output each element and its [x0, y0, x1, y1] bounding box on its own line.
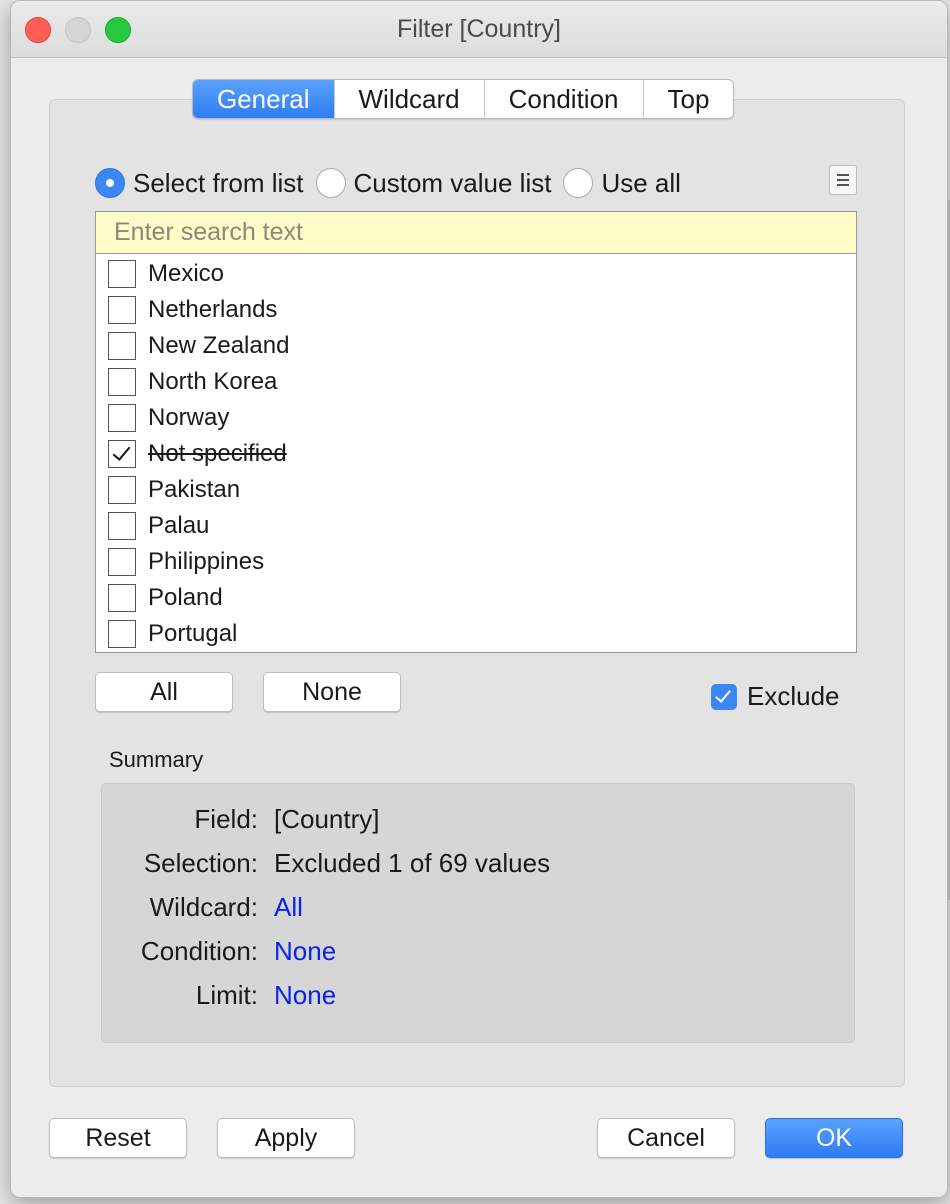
exclude-checkbox[interactable]: Exclude — [711, 681, 840, 712]
list-item-label: Portugal — [148, 620, 238, 647]
checkbox[interactable] — [108, 404, 136, 432]
apply-button[interactable]: Apply — [217, 1118, 355, 1158]
list-item-label: Netherlands — [148, 296, 278, 323]
summary-key: Wildcard: — [149, 892, 258, 922]
search-input[interactable] — [96, 212, 856, 253]
radio-button[interactable] — [315, 168, 346, 198]
checkbox[interactable] — [108, 476, 136, 504]
list-item-label: Pakistan — [148, 476, 241, 503]
tab-bar: General Wildcard Condition Top — [192, 79, 735, 119]
title-bar[interactable]: Filter [Country] — [11, 1, 947, 58]
list-item-label: North Korea — [148, 368, 278, 395]
summary-key: Condition: — [140, 936, 258, 966]
value-list: Mexico Netherlands New Zealand North Kor… — [95, 211, 857, 653]
list-item-excluded[interactable]: Not specified — [96, 436, 856, 472]
list-item-label: Norway — [148, 404, 230, 431]
select-all-button[interactable]: All — [95, 672, 233, 712]
summary-condition-link[interactable]: None — [274, 936, 336, 972]
summary-key: Field: — [194, 804, 258, 834]
checkbox[interactable] — [108, 584, 136, 612]
radio-select-from-list[interactable]: Select from list — [95, 168, 304, 199]
summary-wildcard-row: Wildcard: All — [102, 892, 303, 928]
tab-wildcard[interactable]: Wildcard — [335, 80, 485, 118]
window-title: Filter [Country] — [397, 15, 561, 43]
checkbox[interactable] — [108, 512, 136, 540]
tab-general[interactable]: General — [193, 80, 335, 118]
checkbox[interactable] — [108, 296, 136, 324]
radio-label: Select from list — [133, 167, 304, 198]
tab-condition[interactable]: Condition — [485, 80, 644, 118]
list-item[interactable]: North Korea — [96, 364, 856, 400]
filter-dialog: Filter [Country] General Wildcard Condit… — [10, 0, 948, 1198]
summary-wildcard-link[interactable]: All — [274, 892, 303, 928]
list-item-label: New Zealand — [148, 332, 290, 359]
checkbox[interactable] — [108, 620, 136, 648]
cancel-button[interactable]: Cancel — [597, 1118, 735, 1158]
list-item[interactable]: New Zealand — [96, 328, 856, 364]
list-item[interactable]: Palau — [96, 508, 856, 544]
summary-field-value: [Country] — [274, 804, 380, 834]
value-list-items: Mexico Netherlands New Zealand North Kor… — [96, 254, 856, 652]
list-item-label: Philippines — [148, 548, 265, 575]
summary-selection-value: Excluded 1 of 69 values — [274, 848, 551, 878]
checkbox-checked[interactable] — [108, 440, 136, 468]
list-item[interactable]: Norway — [96, 400, 856, 436]
checkmark-icon[interactable] — [711, 683, 737, 710]
summary-key: Limit: — [195, 980, 258, 1010]
checkbox[interactable] — [108, 368, 136, 396]
list-item[interactable]: Poland — [96, 580, 856, 616]
mode-radio-group: Select from list Custom value list Use a… — [95, 165, 693, 201]
summary-field-row: Field: [Country] — [102, 804, 380, 840]
radio-button-selected[interactable] — [95, 168, 125, 198]
radio-label: Use all — [601, 167, 681, 198]
reset-button[interactable]: Reset — [49, 1118, 187, 1158]
list-item[interactable]: Netherlands — [96, 292, 856, 328]
list-item-label: Not specified — [148, 440, 287, 467]
radio-label: Custom value list — [353, 167, 552, 198]
summary-limit-row: Limit: None — [102, 980, 336, 1016]
summary-heading: Summary — [109, 747, 204, 772]
summary-condition-row: Condition: None — [102, 936, 336, 972]
radio-button[interactable] — [563, 168, 594, 198]
radio-use-all[interactable]: Use all — [563, 167, 681, 199]
exclude-label: Exclude — [747, 681, 840, 711]
summary-limit-link[interactable]: None — [274, 980, 336, 1016]
summary-box: Field: [Country] Selection: Excluded 1 o… — [101, 783, 855, 1043]
list-item[interactable]: Pakistan — [96, 472, 856, 508]
list-item[interactable]: Philippines — [96, 544, 856, 580]
checkbox[interactable] — [108, 548, 136, 576]
radio-custom-value-list[interactable]: Custom value list — [315, 167, 552, 199]
list-options-menu-icon[interactable] — [829, 165, 857, 195]
list-item[interactable]: Portugal — [96, 616, 856, 652]
list-item[interactable]: Mexico — [96, 256, 856, 292]
summary-selection-row: Selection: Excluded 1 of 69 values — [102, 848, 550, 884]
tab-top[interactable]: Top — [644, 80, 734, 118]
search-field — [96, 212, 856, 254]
list-item-label: Mexico — [148, 260, 225, 287]
ok-button[interactable]: OK — [765, 1118, 903, 1158]
list-item-label: Palau — [148, 512, 210, 539]
summary-key: Selection: — [143, 848, 258, 878]
checkbox[interactable] — [108, 332, 136, 360]
list-item-label: Poland — [148, 584, 223, 611]
checkbox[interactable] — [108, 260, 136, 288]
select-none-button[interactable]: None — [263, 672, 401, 712]
